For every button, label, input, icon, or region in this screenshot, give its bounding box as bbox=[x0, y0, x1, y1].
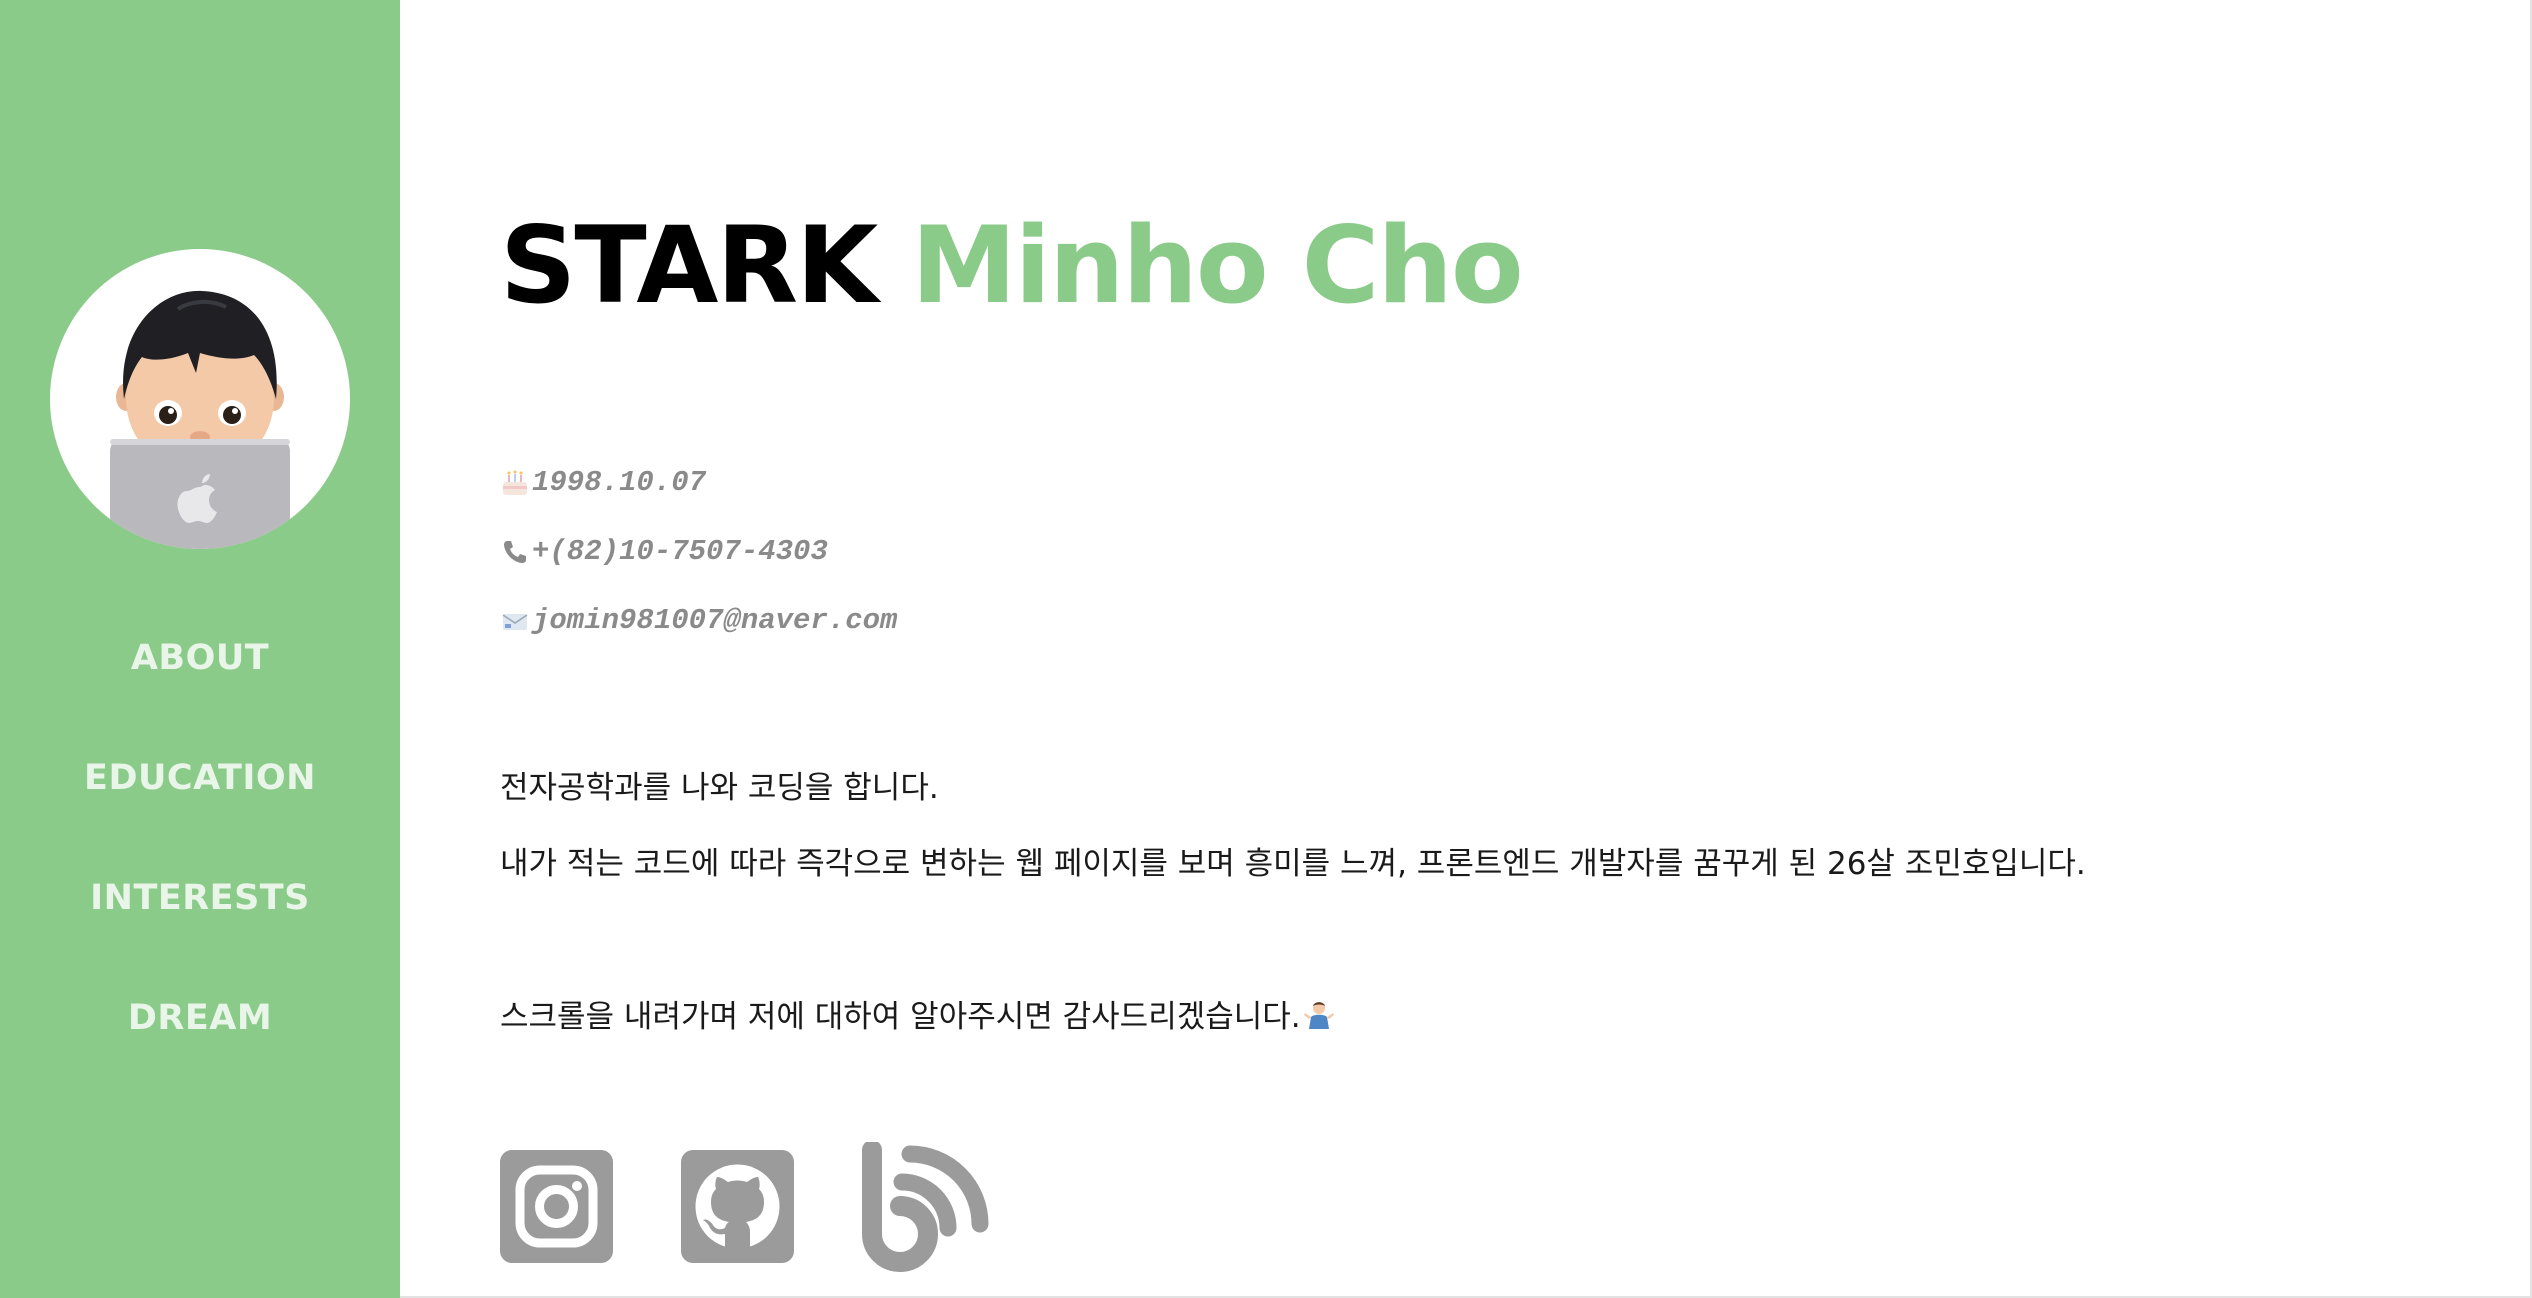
cake-icon bbox=[500, 468, 530, 498]
page: ABOUT EDUCATION INTERESTS DREAM STARK Mi… bbox=[0, 0, 2532, 1298]
intro-line-2: 내가 적는 코드에 따라 즉각으로 변하는 웹 페이지를 보며 흥미를 느껴, … bbox=[500, 846, 2086, 882]
page-title: STARK Minho Cho bbox=[500, 196, 1524, 336]
intro-line-3-wrap: 스크롤을 내려가며 저에 대하여 알아주시면 감사드리겠습니다. bbox=[500, 989, 2086, 1065]
phone-text: +(82)10-7507-4303 bbox=[532, 535, 828, 568]
nav-item-interests[interactable]: INTERESTS bbox=[0, 860, 400, 980]
main-content: STARK Minho Cho 1998.10.07 +(82)10-7507-… bbox=[500, 0, 2480, 1298]
sidebar: ABOUT EDUCATION INTERESTS DREAM bbox=[0, 0, 400, 1298]
envelope-icon bbox=[500, 606, 530, 636]
blog-icon bbox=[862, 1140, 989, 1272]
phone-icon bbox=[500, 537, 530, 567]
sidebar-nav: ABOUT EDUCATION INTERESTS DREAM bbox=[0, 620, 400, 1100]
github-icon bbox=[681, 1150, 794, 1263]
intro-line-3: 스크롤을 내려가며 저에 대하여 알아주시면 감사드리겠습니다. bbox=[500, 999, 1301, 1035]
contact-info: 1998.10.07 +(82)10-7507-4303 jomin981007… bbox=[500, 448, 897, 655]
nav-item-about[interactable]: ABOUT bbox=[0, 620, 400, 740]
blog-link[interactable] bbox=[860, 1140, 990, 1278]
github-link[interactable] bbox=[681, 1150, 794, 1267]
memoji-avatar-icon bbox=[110, 290, 290, 549]
intro-text: 전자공학과를 나와 코딩을 합니다. 내가 적는 코드에 따라 즉각으로 변하는… bbox=[500, 760, 2086, 1065]
title-prefix: STARK bbox=[500, 204, 878, 327]
intro-line-1: 전자공학과를 나와 코딩을 합니다. bbox=[500, 770, 939, 806]
nav-item-dream[interactable]: DREAM bbox=[0, 980, 400, 1100]
instagram-icon bbox=[500, 1150, 613, 1263]
birthday-text: 1998.10.07 bbox=[532, 466, 707, 499]
social-links bbox=[500, 1140, 990, 1278]
birthday-row: 1998.10.07 bbox=[500, 448, 897, 517]
email-row: jomin981007@naver.com bbox=[500, 586, 897, 655]
title-name: Minho Cho bbox=[911, 204, 1524, 327]
phone-row: +(82)10-7507-4303 bbox=[500, 517, 897, 586]
avatar bbox=[50, 249, 350, 549]
email-text[interactable]: jomin981007@naver.com bbox=[532, 604, 897, 637]
nav-item-education[interactable]: EDUCATION bbox=[0, 740, 400, 860]
instagram-link[interactable] bbox=[500, 1150, 613, 1267]
person-shrugging-icon bbox=[1303, 993, 1335, 1049]
